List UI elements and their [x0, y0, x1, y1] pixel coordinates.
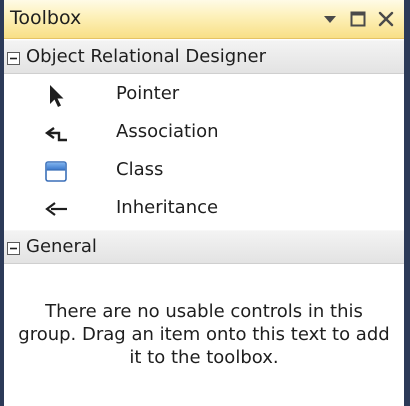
empty-group-message[interactable]: There are no usable controls in this gro… — [14, 300, 394, 369]
toolbox-title: Toolbox — [10, 7, 82, 29]
toolbox-item-association[interactable]: Association — [4, 114, 404, 152]
class-icon — [42, 157, 70, 185]
collapse-icon[interactable] — [7, 240, 20, 255]
toolbox-window-frame: Toolbox Object Relational Designer Point… — [0, 0, 410, 406]
toolbox-item-class[interactable]: Class — [4, 152, 404, 190]
toolbox-panel: Toolbox Object Relational Designer Point… — [4, 0, 404, 406]
pointer-icon — [42, 81, 70, 109]
toolbox-item-inheritance[interactable]: Inheritance — [4, 190, 404, 228]
window-controls — [320, 6, 396, 32]
association-icon — [42, 119, 70, 147]
group-label: General — [26, 236, 97, 257]
group-label: Object Relational Designer — [26, 46, 267, 67]
toolbox-item-pointer[interactable]: Pointer — [4, 76, 404, 114]
group-header-object-relational-designer[interactable]: Object Relational Designer — [4, 40, 404, 74]
toolbox-item-label: Class — [116, 159, 164, 180]
collapse-icon[interactable] — [7, 50, 20, 65]
toolbox-item-label: Association — [116, 121, 219, 142]
group-header-general[interactable]: General — [4, 230, 404, 264]
toolbox-titlebar[interactable]: Toolbox — [4, 0, 404, 39]
toolbox-item-label: Inheritance — [116, 197, 219, 218]
chevron-down-icon[interactable] — [320, 8, 340, 30]
inheritance-icon — [42, 195, 70, 223]
close-icon[interactable] — [376, 8, 396, 30]
maximize-icon[interactable] — [348, 8, 368, 30]
toolbox-item-label: Pointer — [116, 83, 180, 104]
